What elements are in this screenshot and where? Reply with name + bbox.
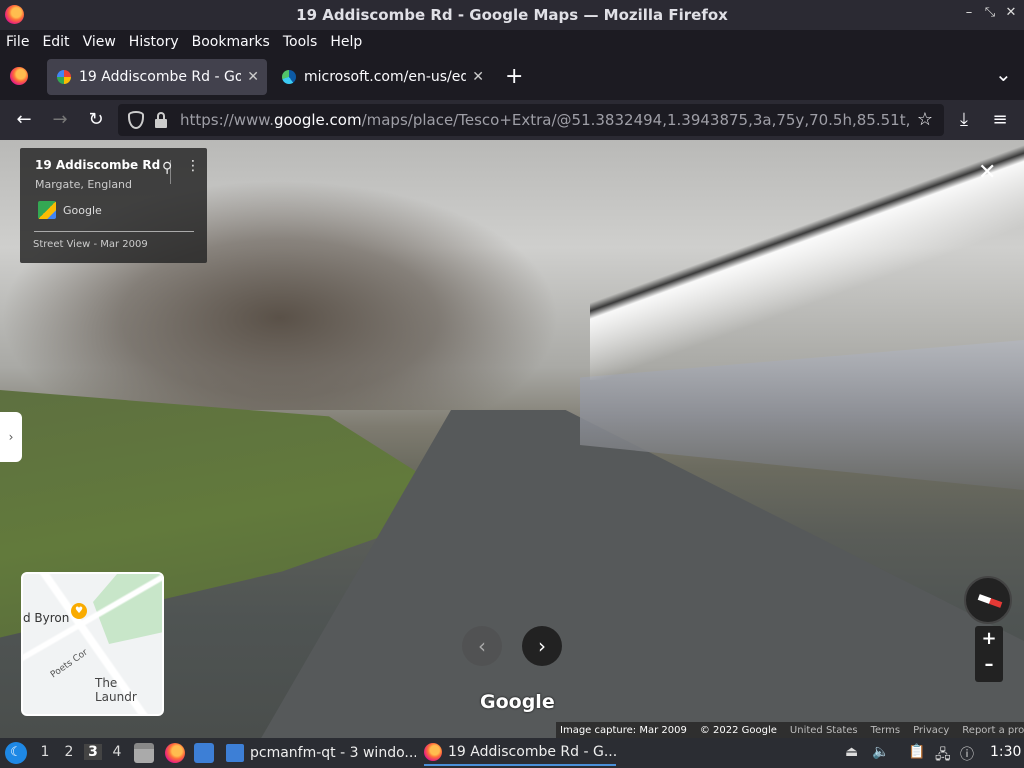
url-text[interactable]: https://www.google.com/maps/place/Tesco+…	[180, 111, 910, 129]
google-maps-logo-icon	[38, 201, 56, 219]
zoom-out-button[interactable]: –	[975, 654, 1003, 675]
close-tab-icon[interactable]: ✕	[472, 69, 484, 85]
taskbar-task-pcmanfm[interactable]: pcmanfm-qt - 3 windo...	[226, 740, 416, 766]
edge-favicon-icon	[282, 70, 296, 84]
network-icon[interactable]: 🖧	[935, 744, 951, 768]
more-options-icon[interactable]: ⋮	[186, 158, 200, 174]
image-source[interactable]: Google	[63, 204, 102, 217]
menu-file[interactable]: File	[6, 34, 29, 50]
taskbar: ☾ 1 2 3 4 pcmanfm-qt - 3 windo... 19 Add…	[0, 738, 1024, 768]
menu-help[interactable]: Help	[330, 34, 362, 50]
task-label: 19 Addiscombe Rd - G...	[448, 744, 616, 760]
folder-icon	[226, 744, 244, 762]
desktop-3[interactable]: 3	[84, 744, 102, 760]
place-info-card: 19 Addiscombe Rd Margate, England ⚲ ⋮ Go…	[20, 148, 207, 263]
tab-google-maps[interactable]: 19 Addiscombe Rd - Google Maps ✕	[47, 59, 267, 95]
tab-label: microsoft.com/en-us/edge	[304, 69, 467, 85]
google-maps-favicon-icon	[57, 70, 71, 84]
terms-link[interactable]: Terms	[871, 725, 900, 736]
place-title[interactable]: 19 Addiscombe Rd	[35, 158, 160, 172]
notification-icon[interactable]: ⓘ	[960, 744, 974, 764]
new-tab-button[interactable]: +	[505, 64, 523, 89]
forward-button[interactable]: →	[48, 108, 72, 132]
app-menu-button[interactable]: ≡	[988, 108, 1012, 132]
url-bar[interactable]: https://www.google.com/maps/place/Tesco+…	[118, 104, 944, 136]
back-button[interactable]: ←	[12, 108, 36, 132]
country-link[interactable]: United States	[790, 725, 858, 736]
minimap-label: The Laundr	[95, 676, 137, 704]
minimize-button[interactable]: –	[960, 5, 978, 20]
start-menu-icon[interactable]: ☾	[5, 742, 27, 764]
shield-icon[interactable]	[128, 111, 144, 129]
volume-icon[interactable]: 🔈	[872, 744, 889, 760]
street-view-panorama[interactable]: 19 Addiscombe Rd Margate, England ⚲ ⋮ Go…	[0, 140, 1024, 738]
previous-image-button[interactable]: ‹	[462, 626, 502, 666]
expand-side-panel-button[interactable]: ›	[0, 412, 22, 462]
file-manager-launcher-icon[interactable]	[134, 743, 154, 763]
google-watermark: Google	[480, 691, 555, 713]
firefox-launcher-icon[interactable]	[165, 743, 185, 763]
clock[interactable]: 1:30	[990, 744, 1021, 760]
report-problem-link[interactable]: Report a problem	[962, 725, 1024, 736]
desktop-2[interactable]: 2	[60, 744, 78, 760]
image-capture-date: Image capture: Mar 2009	[560, 724, 687, 736]
window-titlebar: 19 Addiscombe Rd - Google Maps — Mozilla…	[0, 0, 1024, 30]
downloads-button[interactable]: ⤓	[952, 108, 976, 132]
street-view-date[interactable]: Street View - Mar 2009	[33, 239, 148, 250]
restaurant-poi-icon[interactable]: ♥	[71, 603, 87, 619]
navigation-toolbar: ← → ↻ https://www.google.com/maps/place/…	[0, 100, 1024, 140]
lock-icon[interactable]	[155, 112, 167, 128]
zoom-controls: + –	[975, 626, 1003, 682]
taskbar-task-firefox[interactable]: 19 Addiscombe Rd - G...	[424, 740, 616, 766]
location-pin-icon[interactable]: ⚲	[162, 160, 172, 176]
show-desktop-icon[interactable]	[194, 743, 214, 763]
menu-tools[interactable]: Tools	[283, 34, 318, 50]
close-tab-icon[interactable]: ✕	[247, 69, 259, 85]
desktop-1[interactable]: 1	[36, 744, 54, 760]
window-title: 19 Addiscombe Rd - Google Maps — Mozilla…	[296, 6, 728, 24]
desktop-4[interactable]: 4	[108, 744, 126, 760]
clipboard-icon[interactable]: 📋	[908, 744, 925, 760]
copyright: © 2022 Google	[699, 724, 777, 736]
map-footer: Image capture: Mar 2009 © 2022 Google Un…	[556, 722, 1024, 738]
menu-edit[interactable]: Edit	[42, 34, 69, 50]
close-window-button[interactable]: ✕	[1002, 5, 1020, 20]
close-street-view-button[interactable]: ✕	[978, 160, 996, 185]
minimap[interactable]: ♥ d Byron Poets Cor The Laundr	[21, 572, 164, 716]
tab-bar: 19 Addiscombe Rd - Google Maps ✕ microso…	[0, 54, 1024, 100]
minimap-label: d Byron	[23, 611, 70, 625]
menu-bookmarks[interactable]: Bookmarks	[192, 34, 270, 50]
next-image-button[interactable]: ›	[522, 626, 562, 666]
reload-button[interactable]: ↻	[84, 108, 108, 132]
eject-icon[interactable]: ⏏	[845, 744, 858, 760]
compass-icon[interactable]	[964, 576, 1012, 624]
bookmark-star-icon[interactable]: ☆	[913, 108, 937, 132]
menu-bar: File Edit View History Bookmarks Tools H…	[0, 30, 1024, 54]
privacy-link[interactable]: Privacy	[913, 725, 949, 736]
tab-label: 19 Addiscombe Rd - Google Maps	[79, 69, 242, 85]
firefox-view-icon[interactable]	[10, 67, 28, 85]
restore-button[interactable]: ⤡	[981, 5, 999, 20]
firefox-icon	[424, 743, 442, 761]
zoom-in-button[interactable]: +	[975, 628, 1003, 649]
tab-microsoft-edge[interactable]: microsoft.com/en-us/edge ✕	[272, 59, 492, 95]
menu-view[interactable]: View	[83, 34, 116, 50]
menu-history[interactable]: History	[129, 34, 179, 50]
list-all-tabs-button[interactable]: ⌄	[995, 62, 1012, 86]
place-subtitle: Margate, England	[35, 178, 133, 191]
task-label: pcmanfm-qt - 3 windo...	[250, 745, 416, 761]
